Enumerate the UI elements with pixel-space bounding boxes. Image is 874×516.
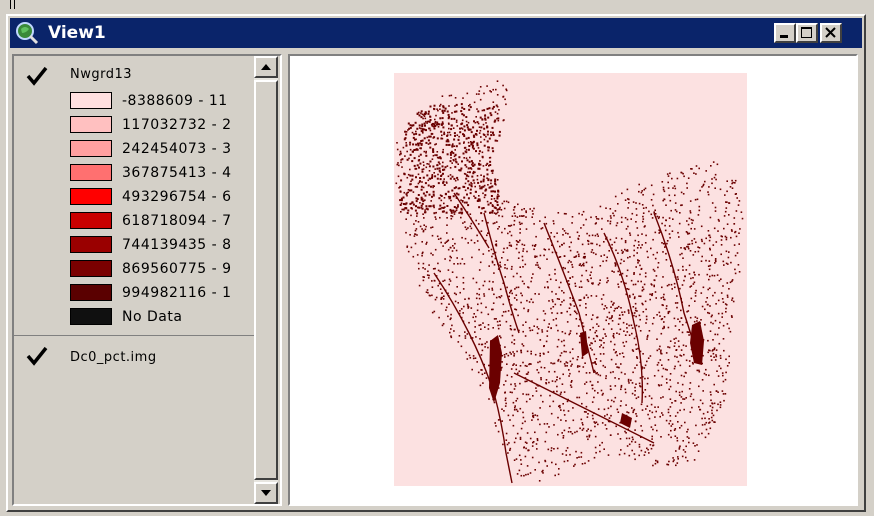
minimize-icon: [780, 35, 788, 38]
legend-label: 117032732 - 2: [122, 117, 232, 133]
window-title: View1: [48, 23, 106, 43]
legend-swatch[interactable]: [70, 236, 112, 253]
legend-swatch[interactable]: [70, 92, 112, 109]
legend-item[interactable]: 117032732 - 2: [70, 114, 255, 136]
legend-swatch[interactable]: [70, 260, 112, 277]
table-of-contents: Nwgrd13 -8388609 - 11 117032732 - 2 242454…: [12, 54, 282, 506]
magnifier-globe-icon: [16, 22, 39, 45]
legend-item[interactable]: 493296754 - 6: [70, 186, 255, 208]
legend-label: 994982116 - 1: [122, 285, 232, 301]
scroll-down-button[interactable]: [254, 482, 278, 504]
layer-entry-nwgrd13[interactable]: Nwgrd13 -8388609 - 11 117032732 - 2 242454…: [14, 56, 254, 336]
checkmark-icon[interactable]: [26, 346, 48, 366]
legend-swatch[interactable]: [70, 140, 112, 157]
legend-swatch[interactable]: [70, 188, 112, 205]
maximize-button[interactable]: [796, 23, 818, 43]
close-icon: [825, 27, 836, 38]
legend-item[interactable]: 994982116 - 1: [70, 282, 255, 304]
legend-swatch[interactable]: [70, 116, 112, 133]
title-bar[interactable]: View1: [10, 18, 862, 48]
legend-label: -8388609 - 11: [122, 93, 228, 109]
close-button[interactable]: [820, 23, 842, 43]
edge-tick: [10, 0, 11, 9]
legend-label: 744139435 - 8: [122, 237, 232, 253]
legend-item[interactable]: 367875413 - 4: [70, 162, 255, 184]
legend-swatch[interactable]: [70, 212, 112, 229]
legend-item[interactable]: 618718094 - 7: [70, 210, 255, 232]
legend-swatch[interactable]: [70, 284, 112, 301]
top-edge: [0, 0, 874, 12]
legend-swatch[interactable]: [70, 308, 112, 325]
legend-item[interactable]: 744139435 - 8: [70, 234, 255, 256]
legend-label: No Data: [122, 309, 183, 325]
layer-name: Nwgrd13: [70, 67, 133, 82]
layer-entry-dc0-pct[interactable]: Dc0_pct.img: [14, 338, 254, 368]
legend-item[interactable]: -8388609 - 11: [70, 90, 255, 112]
map-raster: [394, 73, 747, 486]
map-canvas[interactable]: [288, 54, 858, 506]
legend-label: 242454073 - 3: [122, 141, 232, 157]
legend-item[interactable]: 869560775 - 9: [70, 258, 255, 280]
legend-swatch[interactable]: [70, 164, 112, 181]
layer-name: Dc0_pct.img: [70, 350, 157, 365]
arrow-down-icon: [261, 490, 271, 496]
scroll-up-button[interactable]: [254, 56, 278, 78]
legend-label: 869560775 - 9: [122, 261, 232, 277]
scrollbar-thumb[interactable]: [254, 80, 278, 480]
legend-item[interactable]: 242454073 - 3: [70, 138, 255, 160]
minimize-button[interactable]: [774, 23, 796, 43]
maximize-icon: [801, 27, 812, 38]
legend-item[interactable]: No Data: [70, 306, 255, 328]
legend-label: 367875413 - 4: [122, 165, 232, 181]
legend-label: 493296754 - 6: [122, 189, 232, 205]
toc-scrollbar[interactable]: [254, 56, 278, 504]
view-window: View1 Nwgrd13 -8388609 - 11 117032732 - 2…: [6, 14, 866, 512]
checkmark-icon[interactable]: [26, 66, 48, 86]
arrow-up-icon: [261, 64, 271, 70]
legend-label: 618718094 - 7: [122, 213, 232, 229]
edge-tick: [14, 0, 15, 9]
